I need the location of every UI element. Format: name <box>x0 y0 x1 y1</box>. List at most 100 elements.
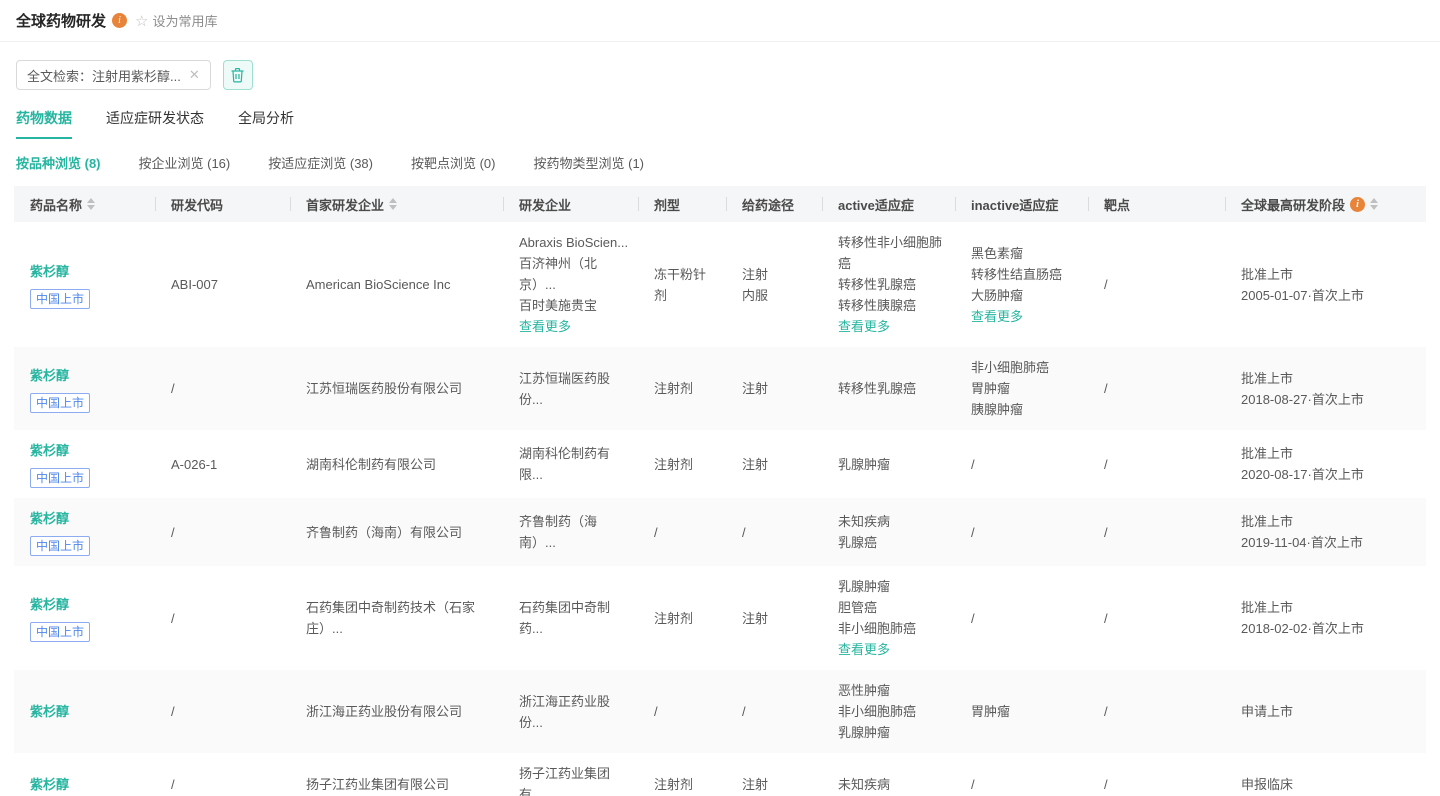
first-company-cell: 扬子江药业集团有限公司 <box>290 753 503 796</box>
dosage-form-cell: 注射剂 <box>638 753 726 796</box>
subtab-1[interactable]: 按企业浏览 (16) <box>139 153 231 172</box>
route-empty: / <box>742 701 746 722</box>
target-cell: / <box>1088 498 1225 566</box>
dosage-form-cell: / <box>638 498 726 566</box>
first-company-cell: 湖南科伦制药有限公司 <box>290 430 503 498</box>
drug-name-link[interactable]: 紫杉醇 <box>30 440 69 461</box>
active-indication-view-more-link[interactable]: 查看更多 <box>838 316 890 337</box>
route-cell: / <box>726 670 822 753</box>
dosage-form-cell: 注射剂 <box>638 430 726 498</box>
rd-code-cell: ABI-007 <box>155 222 290 347</box>
favorite-star-icon[interactable]: ☆ <box>135 12 148 30</box>
company-name: 百时美施贵宝 <box>519 295 597 316</box>
active-indications-cell: 转移性乳腺癌 <box>822 347 955 430</box>
column-info-icon[interactable]: i <box>1350 197 1365 212</box>
table-header-row: 药品名称研发代码首家研发企业研发企业剂型给药途径active适应症inactiv… <box>14 186 1426 222</box>
inactive-indication: 胰腺肿瘤 <box>971 399 1023 420</box>
drug-name-link[interactable]: 紫杉醇 <box>30 701 69 722</box>
tab-2[interactable]: 全局分析 <box>238 108 294 139</box>
company-name: 扬子江药业集团有... <box>519 763 630 796</box>
filter-close-icon[interactable]: ✕ <box>189 67 200 83</box>
tab-1[interactable]: 适应症研发状态 <box>106 108 204 139</box>
target-cell: / <box>1088 222 1225 347</box>
drug-name-link[interactable]: 紫杉醇 <box>30 365 69 386</box>
company-name-view-more-link[interactable]: 查看更多 <box>519 316 571 337</box>
column-header-label: 靶点 <box>1104 195 1130 214</box>
dosage-form: 注射剂 <box>654 774 693 795</box>
company-name: 浙江海正药业股份... <box>519 691 630 733</box>
route-empty: / <box>742 522 746 543</box>
subtab-2[interactable]: 按适应症浏览 (38) <box>268 153 373 172</box>
target: / <box>1104 378 1108 399</box>
stage-date: 2018-02-02·首次上市 <box>1241 618 1364 639</box>
china-listed-badge: 中国上市 <box>30 468 90 488</box>
subtab-4[interactable]: 按药物类型浏览 (1) <box>534 153 645 172</box>
search-filter-text: 全文检索：注射用紫杉醇... <box>27 66 181 85</box>
column-header: 靶点 <box>1088 186 1225 222</box>
clear-filters-button[interactable] <box>223 60 253 90</box>
drug-name-link[interactable]: 紫杉醇 <box>30 594 69 615</box>
target: / <box>1104 608 1108 629</box>
column-header: 药品名称 <box>14 186 155 222</box>
active-indications-cell: 未知疾病 <box>822 753 955 796</box>
drug-name-cell: 紫杉醇中国上市 <box>14 347 155 430</box>
active-indication: 转移性胰腺癌 <box>838 295 916 316</box>
stage-cell: 批准上市2019-11-04·首次上市 <box>1225 498 1426 566</box>
inactive-indication-empty: / <box>971 774 975 795</box>
dosage-form-cell: 注射剂 <box>638 566 726 670</box>
first-company-cell: 浙江海正药业股份有限公司 <box>290 670 503 753</box>
rd-code-cell: / <box>155 498 290 566</box>
subtab-0[interactable]: 按品种浏览 (8) <box>16 153 101 172</box>
inactive-indication: 转移性结直肠癌 <box>971 264 1062 285</box>
drug-name-cell: 紫杉醇中国上市 <box>14 566 155 670</box>
sort-icon[interactable] <box>87 198 95 210</box>
stage-cell: 批准上市2005-01-07·首次上市 <box>1225 222 1426 347</box>
stage-cell: 申请上市 <box>1225 670 1426 753</box>
drug-name-link[interactable]: 紫杉醇 <box>30 508 69 529</box>
company-name: 石药集团中奇制药... <box>519 597 630 639</box>
sort-icon[interactable] <box>1370 198 1378 210</box>
title-info-icon[interactable]: i <box>112 13 127 28</box>
tab-0[interactable]: 药物数据 <box>16 108 72 139</box>
inactive-indications-cell: / <box>955 498 1088 566</box>
target: / <box>1104 522 1108 543</box>
column-header: 剂型 <box>638 186 726 222</box>
china-listed-badge: 中国上市 <box>30 622 90 642</box>
company-name: 江苏恒瑞医药股份... <box>519 368 630 410</box>
active-indication-view-more-link[interactable]: 查看更多 <box>838 639 890 660</box>
inactive-indications-cell: / <box>955 566 1088 670</box>
target-cell: / <box>1088 753 1225 796</box>
table-row: 紫杉醇中国上市/齐鲁制药（海南）有限公司齐鲁制药（海南）...//未知疾病乳腺癌… <box>14 498 1426 566</box>
route-cell: / <box>726 498 822 566</box>
drug-name-link[interactable]: 紫杉醇 <box>30 774 69 795</box>
subtab-3[interactable]: 按靶点浏览 (0) <box>411 153 496 172</box>
favorite-label[interactable]: 设为常用库 <box>152 11 217 30</box>
china-listed-badge: 中国上市 <box>30 393 90 413</box>
active-indication: 乳腺癌 <box>838 532 877 553</box>
first-company: 石药集团中奇制药技术（石家庄）... <box>306 597 495 639</box>
active-indication: 恶性肿瘤 <box>838 680 890 701</box>
column-header: active适应症 <box>822 186 955 222</box>
page-title: 全球药物研发 <box>16 10 106 31</box>
drug-name-link[interactable]: 紫杉醇 <box>30 261 69 282</box>
column-header: 研发代码 <box>155 186 290 222</box>
sort-icon[interactable] <box>389 198 397 210</box>
rd-code-cell: / <box>155 753 290 796</box>
route: 注射 <box>742 774 768 795</box>
first-company: 湖南科伦制药有限公司 <box>306 454 436 475</box>
inactive-indication-view-more-link[interactable]: 查看更多 <box>971 306 1023 327</box>
active-indication: 非小细胞肺癌 <box>838 701 916 722</box>
target-cell: / <box>1088 430 1225 498</box>
target: / <box>1104 454 1108 475</box>
rd-code-cell: / <box>155 670 290 753</box>
rd-code: / <box>171 774 175 795</box>
column-header-label: active适应症 <box>838 195 914 214</box>
active-indications-cell: 乳腺肿瘤 <box>822 430 955 498</box>
stage-date: 2018-08-27·首次上市 <box>1241 389 1364 410</box>
stage: 批准上市 <box>1241 264 1293 285</box>
dosage-form: 注射剂 <box>654 608 693 629</box>
inactive-indication: 胃肿瘤 <box>971 701 1010 722</box>
target: / <box>1104 774 1108 795</box>
inactive-indication: 非小细胞肺癌 <box>971 357 1049 378</box>
route-cell: 注射 <box>726 566 822 670</box>
